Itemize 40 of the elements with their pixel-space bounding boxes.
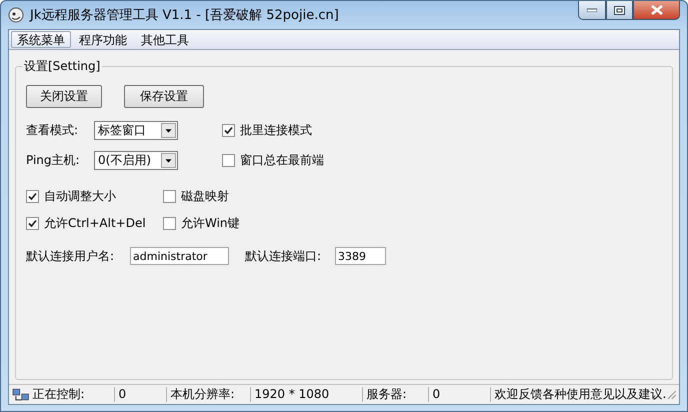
ping-host-dropdown[interactable]: 0(不启用) (94, 150, 178, 170)
minimize-button[interactable] (578, 1, 606, 20)
close-button[interactable] (633, 1, 680, 20)
maximize-icon (614, 6, 625, 14)
port-field[interactable]: 3389 (335, 247, 386, 265)
field-label: Ping主机: (26, 152, 81, 168)
checkbox[interactable]: 允许Win键 (163, 214, 240, 232)
settings-button[interactable]: 保存设置 (124, 84, 204, 108)
checkmark-icon (28, 218, 37, 228)
minimize-icon (587, 8, 597, 12)
app-icon (8, 7, 24, 23)
status-text: 1920 * 1080 (251, 387, 364, 402)
checkbox[interactable]: 自动调整大小 (26, 188, 163, 204)
maximize-button[interactable] (606, 1, 633, 20)
checkmark-icon (224, 126, 233, 134)
field-label: 默认连接用户名: (26, 248, 116, 264)
checkbox[interactable]: 磁盘映射 (163, 188, 229, 204)
checkbox[interactable]: 允许Ctrl+Alt+Del (26, 214, 163, 232)
menu-item[interactable]: 其他工具 (135, 31, 195, 48)
username-field[interactable]: administrator (130, 247, 229, 265)
network-computers-icon (12, 388, 30, 402)
status-text: 本机分辨率: (167, 387, 252, 402)
field-label: 默认连接端口: (245, 248, 322, 264)
status-text: 欢迎反馈各种使用意见以及建议. (493, 387, 666, 402)
checkmark-icon (28, 192, 37, 200)
status-text: 正在控制: (29, 387, 116, 402)
view-mode-dropdown[interactable]: 标签窗口 (94, 120, 178, 140)
close-icon (650, 5, 662, 15)
menu-item[interactable]: 程序功能 (73, 31, 133, 48)
field-label: 查看模式: (26, 122, 80, 138)
checkbox[interactable]: 窗口总在最前端 (222, 152, 324, 168)
window-title: Jk远程服务器管理工具 V1.1 - [吾爱破解 52pojie.cn] (30, 7, 339, 24)
settings-button[interactable]: 关闭设置 (26, 84, 102, 108)
status-text: 0 (115, 387, 168, 402)
status-text: 0 (429, 387, 492, 402)
group-title: 设置[Setting] (23, 58, 102, 75)
checkbox[interactable]: 批里连接模式 (222, 122, 312, 138)
resize-grip-icon (666, 389, 677, 400)
status-text: 服务器: (363, 387, 430, 402)
menu-item[interactable]: 系统菜单 (11, 31, 71, 48)
